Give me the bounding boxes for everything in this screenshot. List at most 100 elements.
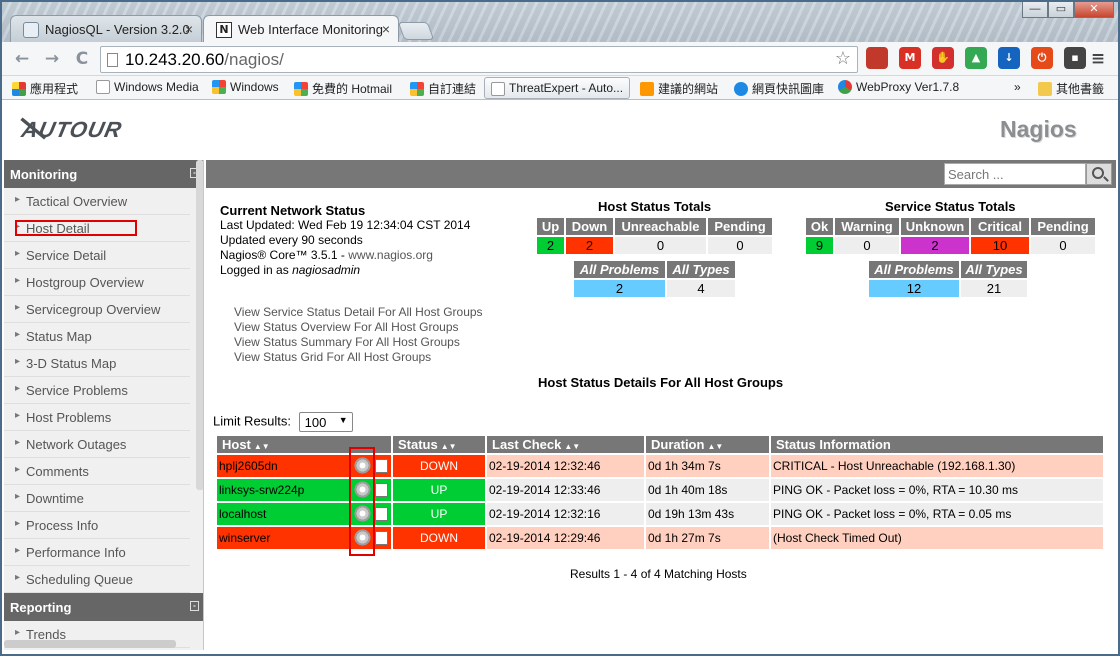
bookmark-web-slice-gallery[interactable]: 網頁快訊圖庫 <box>734 80 824 97</box>
service-totals-header[interactable]: Critical <box>971 218 1029 235</box>
power-ext-icon[interactable]: ⏻ <box>1031 47 1053 69</box>
column-header-last-check[interactable]: Last Check ▲▼ <box>487 436 644 453</box>
host-name-link[interactable]: winserver <box>219 531 270 545</box>
maximize-button[interactable]: ▭ <box>1048 0 1074 18</box>
sort-icon[interactable]: ▲▼ <box>564 442 580 451</box>
sort-icon[interactable]: ▲▼ <box>441 442 457 451</box>
status-info-cell: PING OK - Packet loss = 0%, RTA = 10.30 … <box>771 479 1103 501</box>
menu-item-host-detail[interactable]: Host Detail <box>4 215 190 242</box>
minimize-button[interactable]: — <box>1022 0 1048 18</box>
nagios-org-link[interactable]: www.nagios.org <box>348 248 433 262</box>
drive-ext-icon[interactable]: ▲ <box>965 47 987 69</box>
menu-section-monitoring[interactable]: Monitoring - <box>4 160 203 188</box>
view-link[interactable]: View Status Summary For All Host Groups <box>234 335 483 350</box>
menu-icon[interactable]: ≡ <box>1088 50 1108 70</box>
host-totals-header[interactable]: Unreachable <box>615 218 706 235</box>
host-totals-header[interactable]: Down <box>566 218 613 235</box>
all-types-header[interactable]: All Types <box>961 261 1027 278</box>
star-icon[interactable]: ☆ <box>835 48 851 69</box>
sort-icon[interactable]: ▲▼ <box>707 442 723 451</box>
service-totals-header[interactable]: Unknown <box>901 218 969 235</box>
bookmark-custom-links[interactable]: 自訂連結 <box>410 80 476 97</box>
collapse-icon[interactable]: - <box>190 601 199 611</box>
bookmark-other-bookmarks[interactable]: 其他書籤 <box>1038 80 1104 97</box>
menu-scrollbar[interactable] <box>196 160 203 490</box>
menu-item-tactical-overview[interactable]: Tactical Overview <box>4 188 190 215</box>
host-totals-header[interactable]: Up <box>537 218 564 235</box>
tab-web-interface-monitoring[interactable]: N Web Interface Monitoring × <box>203 15 399 42</box>
menu-item-service-problems[interactable]: Service Problems <box>4 377 190 404</box>
address-bar[interactable]: 10.243.20.60/nagios/ ☆ <box>100 46 858 73</box>
sort-icon[interactable]: ▲▼ <box>254 442 270 451</box>
host-name-link[interactable]: localhost <box>219 507 266 521</box>
service-totals-header[interactable]: Pending <box>1031 218 1095 235</box>
bookmark-apps[interactable]: 應用程式 <box>12 80 78 97</box>
gamepad-ext-icon[interactable]: ▪ <box>1064 47 1086 69</box>
new-tab-button[interactable] <box>397 22 435 40</box>
view-link[interactable]: View Status Overview For All Host Groups <box>234 320 483 335</box>
service-warning-count: 0 <box>835 237 899 254</box>
menu-item-3-d-status-map[interactable]: 3-D Status Map <box>4 350 190 377</box>
limit-select[interactable]: 100 <box>298 412 353 432</box>
bookmark-threatexpert[interactable]: ThreatExpert - Auto... <box>484 77 631 99</box>
menu-section-reporting[interactable]: Reporting - <box>4 593 203 621</box>
column-header-host[interactable]: Host ▲▼ <box>217 436 391 453</box>
menu-item-downtime[interactable]: Downtime <box>4 485 190 512</box>
close-icon[interactable]: × <box>382 21 390 37</box>
menu-item-process-info[interactable]: Process Info <box>4 512 190 539</box>
view-link[interactable]: View Service Status Detail For All Host … <box>234 305 483 320</box>
host-cell: winserver <box>217 527 391 549</box>
host-totals-header[interactable]: Pending <box>708 218 772 235</box>
bookmark-windows[interactable]: Windows <box>212 80 279 94</box>
download-ext-icon[interactable]: ↓ <box>998 47 1020 69</box>
back-button[interactable]: ← <box>12 50 32 70</box>
menu-item-network-outages[interactable]: Network Outages <box>4 431 190 458</box>
gear-icon[interactable] <box>354 457 371 474</box>
menu-item-performance-info[interactable]: Performance Info <box>4 539 190 566</box>
bookmark-suggested-sites[interactable]: 建議的網站 <box>640 80 718 97</box>
document-icon[interactable] <box>375 507 388 521</box>
host-name-link[interactable]: hplj2605dn <box>219 459 278 473</box>
view-link[interactable]: View Status Grid For All Host Groups <box>234 350 483 365</box>
menu-item-hostgroup-overview[interactable]: Hostgroup Overview <box>4 269 190 296</box>
bookmark-webproxy[interactable]: WebProxy Ver1.7.8 <box>838 80 959 94</box>
gear-icon[interactable] <box>354 481 371 498</box>
bookmark-windows-media[interactable]: Windows Media <box>96 80 199 94</box>
all-problems-header[interactable]: All Problems <box>869 261 959 278</box>
column-header-status-information[interactable]: Status Information <box>771 436 1103 453</box>
menu-item-host-problems[interactable]: Host Problems <box>4 404 190 431</box>
menu-item-service-detail[interactable]: Service Detail <box>4 242 190 269</box>
forward-button[interactable]: → <box>42 50 62 70</box>
adblock-ext-icon[interactable]: ✋ <box>932 47 954 69</box>
search-input[interactable]: Search ... <box>944 163 1086 185</box>
host-all-problems-count: 2 <box>574 280 665 297</box>
gear-icon[interactable] <box>354 529 371 546</box>
close-window-button[interactable]: ✕ <box>1074 0 1114 18</box>
document-icon[interactable] <box>375 483 388 497</box>
tab-nagiosql[interactable]: NagiosQL - Version 3.2.0 × <box>10 15 202 42</box>
horizontal-scrollbar[interactable] <box>4 640 176 648</box>
menu-item-status-map[interactable]: Status Map <box>4 323 190 350</box>
menu-item-comments[interactable]: Comments <box>4 458 190 485</box>
bookmark-ext-icon[interactable] <box>866 47 888 69</box>
close-icon[interactable]: × <box>185 21 193 37</box>
status-cell: DOWN <box>393 455 485 477</box>
gear-icon[interactable] <box>354 505 371 522</box>
host-name-link[interactable]: linksys-srw224p <box>219 483 304 497</box>
all-problems-header[interactable]: All Problems <box>574 261 665 278</box>
document-icon[interactable] <box>375 459 388 473</box>
document-icon[interactable] <box>375 531 388 545</box>
column-header-status[interactable]: Status ▲▼ <box>393 436 485 453</box>
service-totals-header[interactable]: Ok <box>806 218 833 235</box>
all-types-header[interactable]: All Types <box>667 261 735 278</box>
reload-button[interactable]: C <box>72 50 92 70</box>
menu-item-servicegroup-overview[interactable]: Servicegroup Overview <box>4 296 190 323</box>
menu-item-scheduling-queue[interactable]: Scheduling Queue <box>4 566 190 593</box>
service-totals-header[interactable]: Warning <box>835 218 899 235</box>
bookmark-hotmail[interactable]: 免費的 Hotmail <box>294 80 392 97</box>
bookmarks-overflow-chevron[interactable]: » <box>1014 80 1021 94</box>
table-row: winserver DOWN 02-19-2014 12:29:46 0d 1h 27… <box>217 527 1103 549</box>
column-header-duration[interactable]: Duration ▲▼ <box>646 436 769 453</box>
search-button[interactable] <box>1086 163 1112 185</box>
gmail-ext-icon[interactable]: M <box>899 47 921 69</box>
